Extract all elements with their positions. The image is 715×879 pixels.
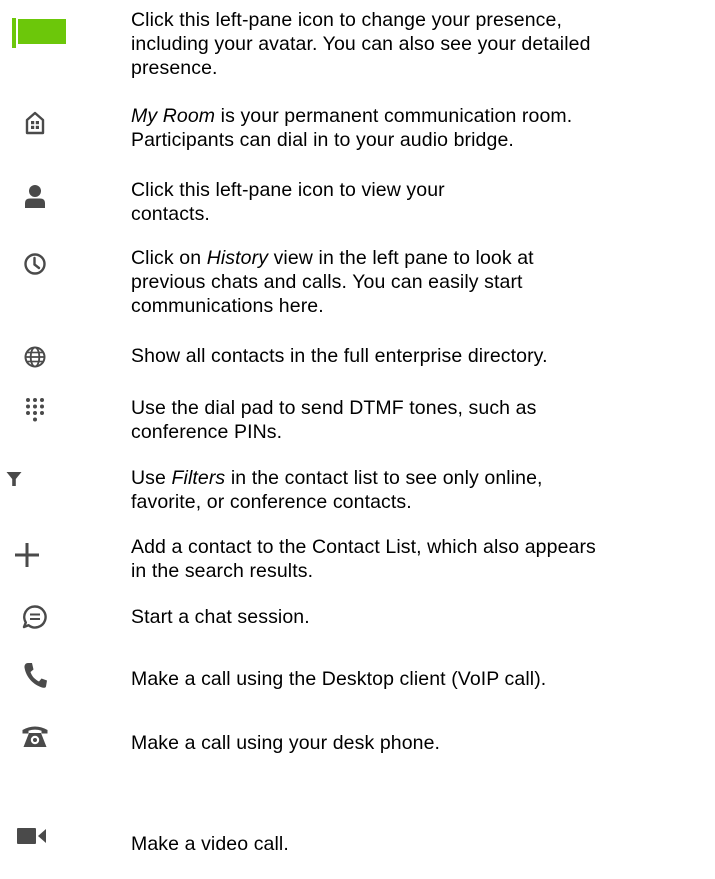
legend-row-dialpad: Use the dial pad to send DTMF tones, suc… <box>0 396 715 446</box>
add-contact-description: Add a contact to the Contact List, which… <box>131 536 596 582</box>
presence-description: Click this left-pane icon to change your… <box>131 9 591 79</box>
legend-row-history: Click on History view in the left pane t… <box>0 246 715 320</box>
voip-handset-icon <box>0 661 70 689</box>
legend-row-filters: Use Filters in the contact list to see o… <box>0 466 715 516</box>
video-camera-icon <box>0 827 67 845</box>
filters-description: Use Filters in the contact list to see o… <box>131 467 543 513</box>
legend-row-contacts: Click this left-pane icon to view your c… <box>0 178 715 228</box>
filter-funnel-icon <box>0 471 49 487</box>
legend-row-my-room: My Room is your permanent communication … <box>0 104 715 154</box>
filters-term: Filters <box>171 467 226 489</box>
contacts-person-icon <box>0 184 70 208</box>
green-flag-icon <box>5 18 75 48</box>
my-room-description: My Room is your permanent communication … <box>131 105 573 151</box>
legend-row-add-contact: Add a contact to the Contact List, which… <box>0 535 715 585</box>
legend-row-video-call: Make a video call. <box>0 828 715 860</box>
chat-description: Start a chat session. <box>131 606 310 628</box>
desk-phone-description: Make a call using your desk phone. <box>131 732 441 754</box>
history-term: History <box>206 247 269 269</box>
legend-row-desk-phone: Make a call using your desk phone. <box>0 726 715 759</box>
add-plus-icon <box>0 542 62 568</box>
my-room-icon <box>0 111 70 135</box>
video-call-description: Make a video call. <box>131 833 289 855</box>
history-description: Click on History view in the left pane t… <box>131 247 534 317</box>
globe-directory-icon <box>0 345 70 369</box>
history-clock-icon <box>0 252 70 276</box>
legend-row-presence: Click this left-pane icon to change your… <box>0 8 715 80</box>
my-room-term: My Room <box>131 105 216 127</box>
dialpad-icon <box>0 397 70 425</box>
chat-bubble-icon <box>0 604 70 630</box>
contacts-description: Click this left-pane icon to view your c… <box>131 179 445 225</box>
legend-row-directory: Show all contacts in the full enterprise… <box>0 344 715 372</box>
directory-description: Show all contacts in the full enterprise… <box>131 345 548 367</box>
voip-call-description: Make a call using the Desktop client (Vo… <box>131 668 547 690</box>
desk-phone-icon <box>0 721 70 749</box>
legend-row-voip-call: Make a call using the Desktop client (Vo… <box>0 663 715 695</box>
legend-row-chat: Start a chat session. <box>0 605 715 633</box>
dialpad-description: Use the dial pad to send DTMF tones, suc… <box>131 397 537 443</box>
